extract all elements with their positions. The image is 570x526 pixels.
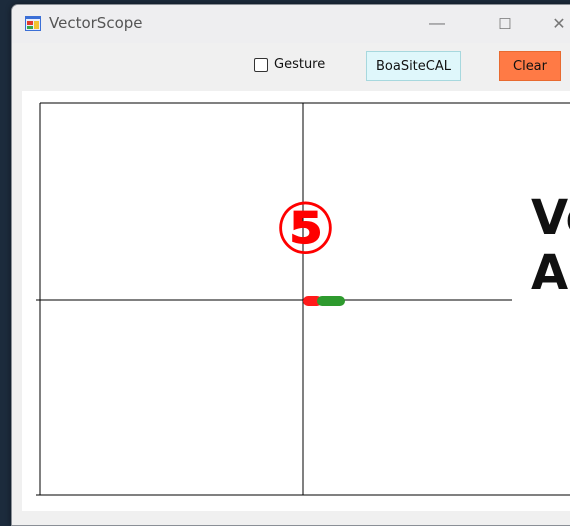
scope-axes <box>36 102 570 496</box>
vectorscope-window: VectorScope — ☐ ✕ Gesture BoaSiteCAL Cle… <box>11 4 570 526</box>
overlay-heading: Ve Ar <box>531 190 570 302</box>
minimize-button[interactable]: — <box>414 5 460 43</box>
gesture-checkbox[interactable]: Gesture <box>254 57 325 72</box>
step-number-overlay: ⑤ <box>275 186 336 270</box>
overlay-heading-line1: Ve <box>531 190 570 246</box>
window-title: VectorScope <box>49 14 143 32</box>
title-bar[interactable]: VectorScope — ☐ ✕ <box>12 5 570 43</box>
boasitecal-button[interactable]: BoaSiteCAL <box>366 51 461 81</box>
checkbox-box[interactable] <box>254 57 268 72</box>
maximize-icon: ☐ <box>498 16 512 33</box>
close-icon: ✕ <box>552 16 566 33</box>
overlay-heading-line2: Ar <box>531 245 570 302</box>
close-button[interactable]: ✕ <box>536 5 570 43</box>
gesture-label: Gesture <box>274 57 326 72</box>
minimize-icon: — <box>429 15 445 32</box>
maximize-button[interactable]: ☐ <box>482 5 528 43</box>
app-window-icon <box>25 16 41 31</box>
vectorscope-canvas[interactable] <box>22 91 570 511</box>
clear-button[interactable]: Clear <box>499 51 561 81</box>
toolbar: Gesture BoaSiteCAL Clear <box>12 43 570 91</box>
